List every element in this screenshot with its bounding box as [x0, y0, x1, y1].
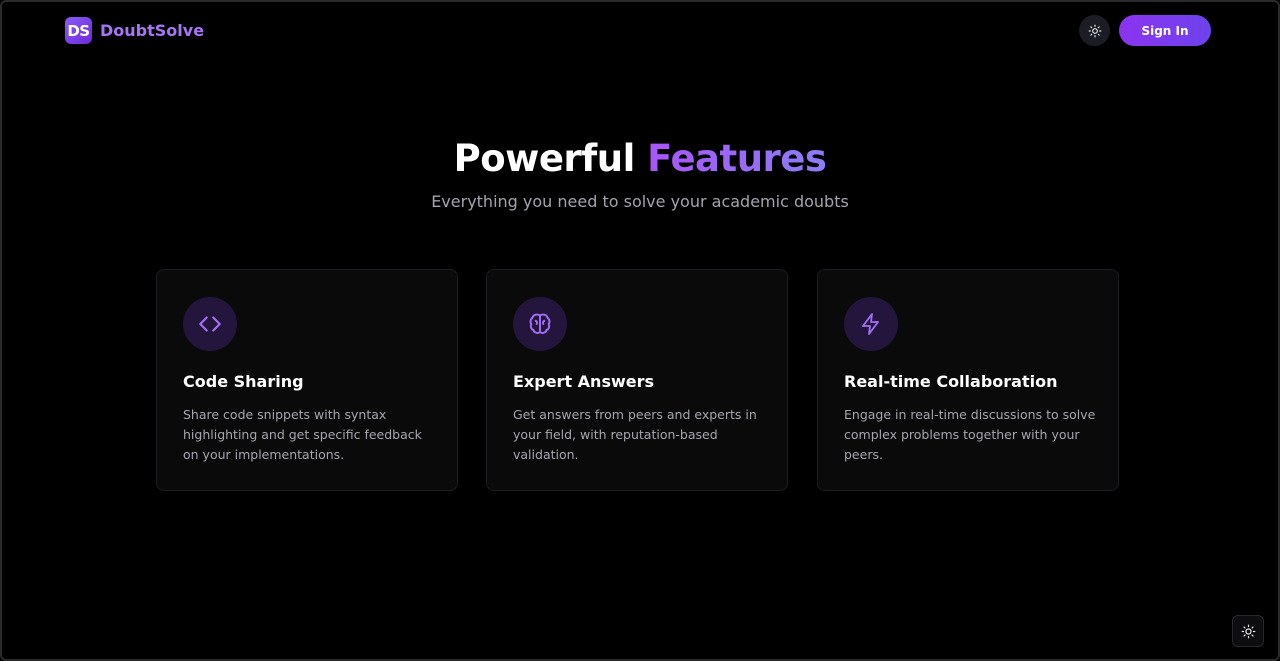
sign-in-button[interactable]: Sign In — [1119, 15, 1211, 46]
feature-title: Real-time Collaboration — [844, 372, 1058, 391]
feature-card-code-sharing: Code Sharing Share code snippets with sy… — [156, 269, 458, 491]
brand-name: DoubtSolve — [100, 21, 205, 40]
brand-logo-link[interactable]: DS DoubtSolve — [65, 17, 204, 44]
feature-icon-wrap — [183, 297, 237, 351]
feature-icon-wrap — [513, 297, 567, 351]
hero-title: Powerful Features — [2, 137, 1278, 180]
sun-icon — [1241, 624, 1255, 638]
feature-card-real-time-collaboration: Real-time Collaboration Engage in real-t… — [817, 269, 1119, 491]
feature-description: Share code snippets with syntax highligh… — [183, 407, 422, 462]
hero-title-main: Powerful — [453, 137, 636, 180]
code-icon — [199, 316, 221, 332]
feature-title: Expert Answers — [513, 372, 655, 391]
sun-icon — [1088, 24, 1101, 37]
feature-title: Code Sharing — [183, 372, 304, 391]
feature-card-expert-answers: Expert Answers Get answers from peers an… — [486, 269, 788, 491]
brain-icon — [529, 313, 551, 334]
feature-icon-wrap — [844, 297, 898, 351]
brand-badge: DS — [65, 17, 92, 44]
page: DS DoubtSolve Sign In Powerful Features … — [0, 0, 1280, 661]
theme-toggle-button[interactable] — [1079, 15, 1110, 46]
feature-description: Get answers from peers and experts in yo… — [513, 407, 757, 462]
hero-title-accent: Features — [647, 137, 827, 180]
top-nav: DS DoubtSolve Sign In — [2, 2, 1278, 62]
floating-theme-toggle-button[interactable] — [1232, 615, 1264, 647]
lightning-icon — [862, 313, 879, 335]
feature-description: Engage in real-time discussions to solve… — [844, 407, 1096, 462]
hero-subtitle: Everything you need to solve your academ… — [431, 192, 849, 211]
